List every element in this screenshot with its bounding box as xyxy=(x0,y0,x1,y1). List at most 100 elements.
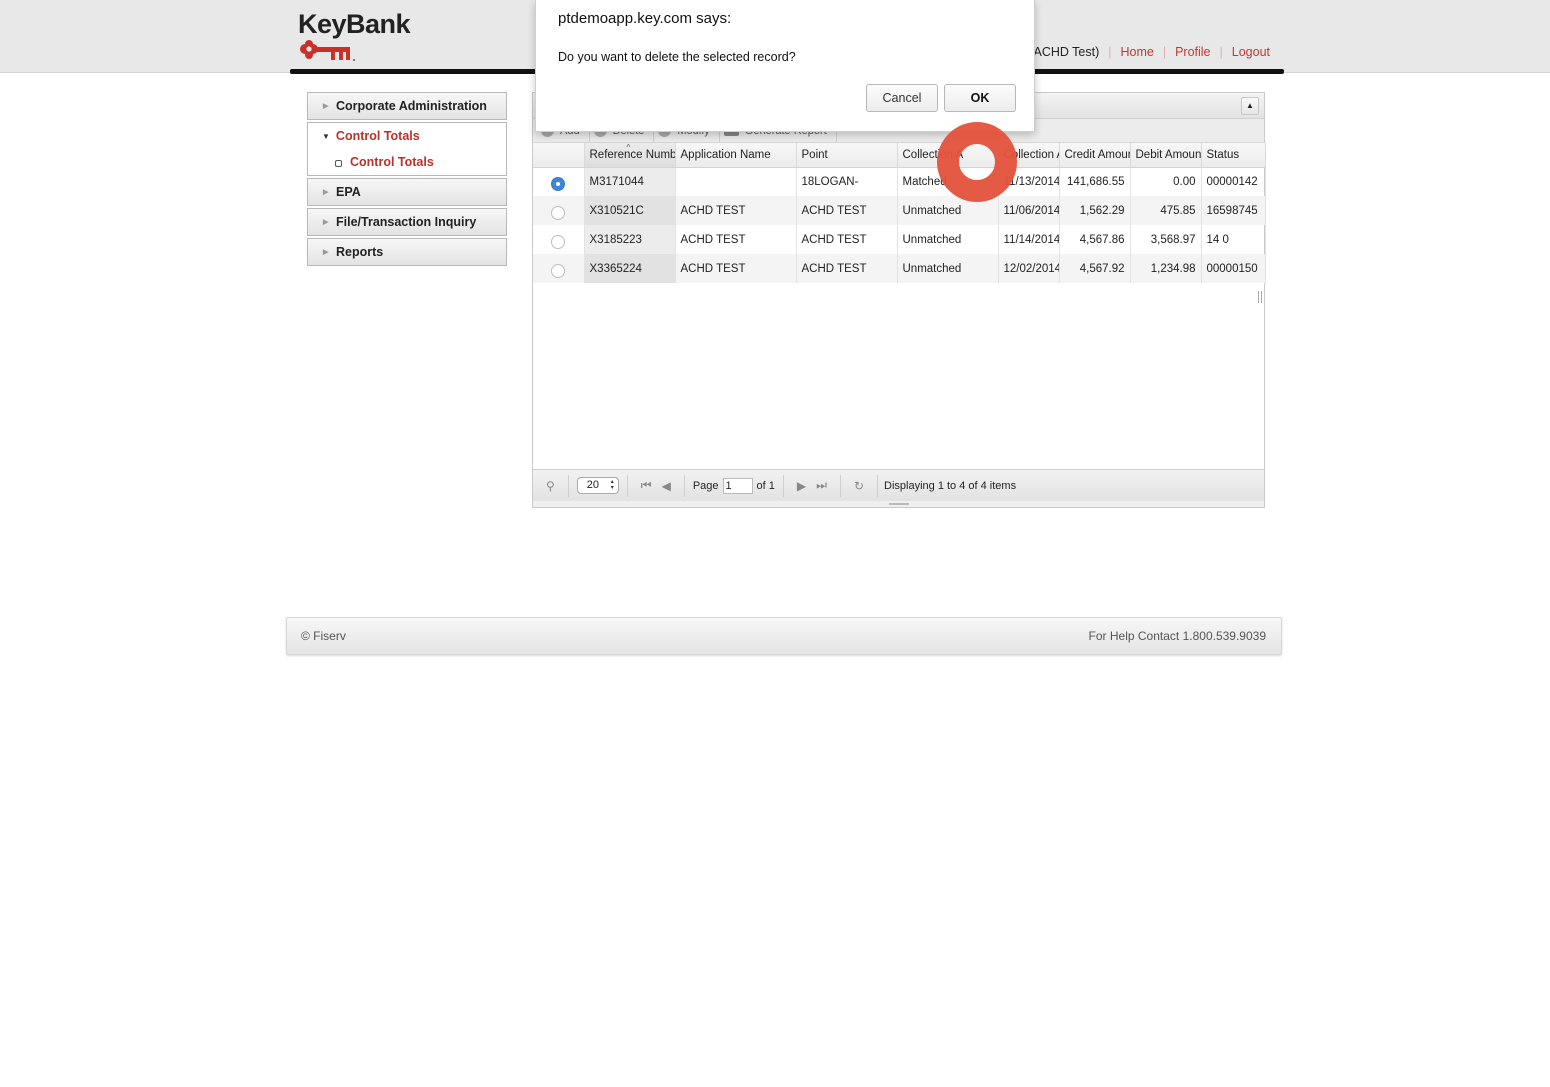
last-page-icon[interactable]: ⏭ xyxy=(816,478,827,493)
home-link[interactable]: Home xyxy=(1120,45,1153,59)
click-indicator-ring xyxy=(937,122,1017,202)
cell-status: 00000150 xyxy=(1201,254,1266,283)
cell-collection-date: 11/06/2014 xyxy=(998,196,1060,225)
cell-application-name xyxy=(675,167,797,196)
refresh-icon[interactable]: ↻ xyxy=(854,479,864,493)
sidebar-item-reports[interactable]: ▶ Reports xyxy=(307,238,507,266)
row-radio[interactable] xyxy=(551,263,566,278)
refresh-group: ↻ xyxy=(841,474,879,497)
column-resize-handle[interactable] xyxy=(1258,291,1262,303)
row-radio-selected[interactable] xyxy=(551,176,566,191)
table-row[interactable]: X3185223 ACHD TEST ACHD TEST Unmatched 1… xyxy=(533,225,1266,254)
profile-link[interactable]: Profile xyxy=(1175,45,1210,59)
sidebar-item-label: Control Totals xyxy=(335,129,420,143)
panel-resize-bar[interactable] xyxy=(533,501,1264,507)
logo-text: KeyBank xyxy=(298,9,411,39)
table-row[interactable]: X3365224 ACHD TEST ACHD TEST Unmatched 1… xyxy=(533,254,1266,283)
cell-point: ACHD TEST xyxy=(796,225,898,254)
confirm-delete-dialog: ptdemoapp.key.com says: Do you want to d… xyxy=(535,0,1035,132)
cell-application-name: ACHD TEST xyxy=(675,196,797,225)
column-header-select xyxy=(533,143,585,168)
page-number-input[interactable]: 1 xyxy=(722,477,753,494)
dialog-title: ptdemoapp.key.com says: xyxy=(558,10,732,27)
cell-collection-date: 11/14/2014 xyxy=(998,225,1060,254)
dialog-message: Do you want to delete the selected recor… xyxy=(558,50,796,64)
caret-right-icon: ▶ xyxy=(323,103,329,110)
column-header-reference-number[interactable]: ^ Reference Numbe xyxy=(584,143,676,168)
divider: | xyxy=(1162,45,1167,59)
sidebar-nav: ▶ Corporate Administration ▼ Control Tot… xyxy=(307,92,507,268)
cell-status: 16598745 xyxy=(1201,196,1266,225)
next-page-icon[interactable]: ▶ xyxy=(797,479,806,493)
cell-reference-number: X310521C xyxy=(584,196,676,225)
row-select-cell xyxy=(533,196,585,225)
copyright-text: © Fiserv xyxy=(301,629,346,643)
table-header-row: ^ Reference Numbe Application Name Point … xyxy=(533,143,1266,168)
ok-button[interactable]: OK xyxy=(944,84,1016,112)
divider: | xyxy=(1219,45,1223,59)
page-size-group: 20 xyxy=(569,474,628,497)
cell-reference-number: X3185223 xyxy=(584,225,676,254)
collapse-panel-button[interactable]: ▲ xyxy=(1241,97,1259,115)
column-header-label: Reference Numbe xyxy=(589,148,675,161)
cancel-button[interactable]: Cancel xyxy=(866,84,938,112)
sidebar-item-epa[interactable]: ▶ EPA xyxy=(307,178,507,206)
caret-right-icon: ▶ xyxy=(323,249,329,256)
first-page-icon[interactable]: ⏮ xyxy=(641,478,652,493)
row-select-cell xyxy=(533,254,585,283)
cell-credit-amount: 141,686.55 xyxy=(1059,167,1131,196)
column-header-debit-amount[interactable]: Debit Amount xyxy=(1130,143,1202,168)
row-radio[interactable] xyxy=(551,205,566,220)
display-info: Displaying 1 to 4 of 4 items xyxy=(884,479,1017,492)
cell-debit-amount: 1,234.98 xyxy=(1130,254,1202,283)
page-input-group: Page 1 of 1 xyxy=(685,474,784,497)
cell-point: 18LOGAN- xyxy=(796,167,898,196)
row-select-cell xyxy=(533,225,585,254)
column-header-application-name[interactable]: Application Name xyxy=(675,143,797,168)
prev-page-icon[interactable]: ◀ xyxy=(662,479,671,493)
sidebar-item-control-totals[interactable]: ▼ Control Totals xyxy=(322,129,506,143)
cell-credit-amount: 1,562.29 xyxy=(1059,196,1131,225)
caret-down-icon: ▼ xyxy=(322,131,330,141)
sort-asc-icon: ^ xyxy=(626,143,631,152)
keybank-logo[interactable]: KeyBank xyxy=(298,9,411,71)
sidebar-item-label: Corporate Administration xyxy=(336,99,487,113)
bullet-icon xyxy=(335,159,342,167)
footer: © Fiserv For Help Contact 1.800.539.9039 xyxy=(286,617,1282,655)
sidebar-subitem-control-totals[interactable]: Control Totals xyxy=(322,155,506,169)
sidebar-subitem-label: Control Totals xyxy=(350,155,434,169)
nav-next-group: ▶ ⏭ xyxy=(784,474,841,497)
column-header-credit-amount[interactable]: Credit Amour xyxy=(1059,143,1131,168)
pagination-bar: ⚲ 20 ⏮ ◀ Page 1 of 1 ▶ ⏭ ↻ Displaying 1 … xyxy=(533,469,1264,501)
sidebar-item-label: File/Transaction Inquiry xyxy=(336,215,477,229)
column-header-point[interactable]: Point xyxy=(796,143,898,168)
page-count-label: of 1 xyxy=(756,479,775,492)
sidebar-item-label: EPA xyxy=(336,185,361,199)
cell-credit-amount: 4,567.86 xyxy=(1059,225,1131,254)
sidebar-item-corporate-administration[interactable]: ▶ Corporate Administration xyxy=(307,92,507,120)
cell-reference-number: X3365224 xyxy=(584,254,676,283)
page-label: Page xyxy=(692,479,719,492)
key-icon xyxy=(300,40,355,61)
sidebar-item-file-transaction-inquiry[interactable]: ▶ File/Transaction Inquiry xyxy=(307,208,507,236)
table-row[interactable]: X310521C ACHD TEST ACHD TEST Unmatched 1… xyxy=(533,196,1266,225)
cell-debit-amount: 475.85 xyxy=(1130,196,1202,225)
logout-link[interactable]: Logout xyxy=(1232,45,1270,59)
sidebar-group-control-totals: ▼ Control Totals Control Totals xyxy=(307,122,507,176)
user-links: h (ACHD Test) | Home | Profile | Logout xyxy=(1019,45,1270,59)
resize-grip-icon xyxy=(889,503,909,505)
cell-status: 00000142 xyxy=(1201,167,1266,196)
caret-right-icon: ▶ xyxy=(323,189,329,196)
cell-application-name: ACHD TEST xyxy=(675,225,797,254)
row-radio[interactable] xyxy=(551,234,566,249)
cell-application-name: ACHD TEST xyxy=(675,254,797,283)
divider: | xyxy=(1108,45,1112,59)
page-size-select[interactable]: 20 xyxy=(576,477,619,494)
row-select-cell xyxy=(533,167,585,196)
column-header-status[interactable]: Status xyxy=(1201,143,1266,168)
cell-collection-date: 12/02/2014 xyxy=(998,254,1060,283)
table-row[interactable]: M3171044 18LOGAN- Matched 11/13/2014 141… xyxy=(533,167,1266,196)
search-icon[interactable]: ⚲ xyxy=(546,479,555,493)
cell-point: ACHD TEST xyxy=(796,254,898,283)
cell-collection-status: Unmatched xyxy=(897,254,999,283)
